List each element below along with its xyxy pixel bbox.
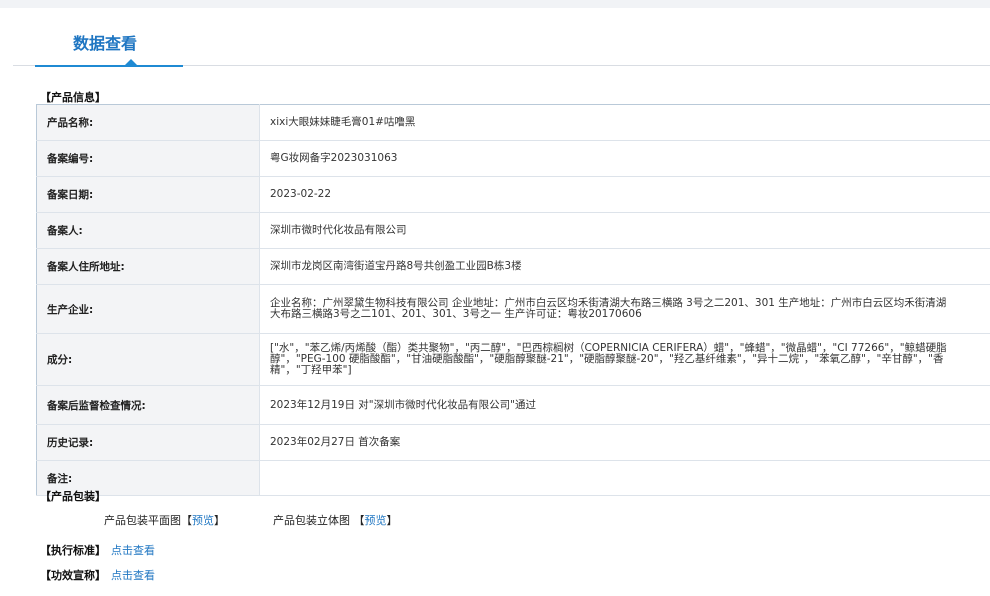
table-row: 备案人住所地址: 深圳市龙岗区南湾街道宝丹路8号共创盈工业园B栋3楼: [36, 248, 990, 285]
tab-active-caret-icon: [125, 59, 137, 65]
table-row: 成分: ["水"，"苯乙烯/丙烯酸（酯）类共聚物"，"丙二醇"，"巴西棕榈树（C…: [36, 333, 990, 386]
row-value: 深圳市微时代化妆品有限公司: [259, 212, 990, 249]
tab-bar: 数据查看: [13, 8, 990, 67]
row-key: 备案人住所地址:: [36, 248, 260, 285]
row-value: 深圳市龙岗区南湾街道宝丹路8号共创盈工业园B栋3楼: [259, 248, 990, 285]
bracket-close: 】: [386, 514, 398, 527]
row-value: 2023年12月19日 对"深圳市微时代化妆品有限公司"通过: [259, 385, 990, 425]
row-key: 产品名称:: [36, 104, 260, 141]
top-strip: [0, 0, 990, 8]
row-key: 历史记录:: [36, 424, 260, 461]
preview-3d-link[interactable]: 预览: [365, 514, 387, 527]
table-row: 历史记录: 2023年02月27日 首次备案: [36, 424, 990, 461]
product-info-table: 产品名称: xixi大眼妹妹睫毛膏01#咕噜黑 备案编号: 粤G妆网备字2023…: [36, 104, 990, 496]
bracket-close: 】: [214, 514, 225, 527]
row-value: 企业名称：广州翠黛生物科技有限公司 企业地址：广州市白云区均禾街清湖大布路三横路…: [259, 284, 990, 334]
bracket-open: 【: [181, 514, 192, 527]
packaging-title: 【产品包装】: [40, 490, 106, 503]
standard-label: 【执行标准】: [40, 544, 106, 557]
table-row: 备案日期: 2023-02-22: [36, 176, 990, 213]
table-row: 备案编号: 粤G妆网备字2023031063: [36, 140, 990, 177]
tab-label: 数据查看: [73, 34, 138, 53]
table-row: 生产企业: 企业名称：广州翠黛生物科技有限公司 企业地址：广州市白云区均禾街清湖…: [36, 284, 990, 334]
row-value: [259, 460, 990, 496]
bracket-open: 【: [353, 514, 365, 527]
preview-flat-link[interactable]: 预览: [192, 514, 214, 527]
table-row: 备案后监督检查情况: 2023年12月19日 对"深圳市微时代化妆品有限公司"通…: [36, 385, 990, 425]
tab-data-view[interactable]: 数据查看: [35, 8, 183, 67]
package-flat-item: 产品包装平面图【预览】: [104, 512, 225, 528]
row-key: 备案编号:: [36, 140, 260, 177]
package-3d-label: 产品包装立体图: [273, 514, 350, 527]
table-row: 产品名称: xixi大眼妹妹睫毛膏01#咕噜黑: [36, 104, 990, 141]
efficacy-view-link[interactable]: 点击查看: [111, 567, 155, 583]
row-value: 粤G妆网备字2023031063: [259, 140, 990, 177]
package-flat-label: 产品包装平面图: [104, 514, 181, 527]
product-info-title: 【产品信息】: [40, 91, 106, 104]
row-key: 生产企业:: [36, 284, 260, 334]
package-3d-item: 产品包装立体图 【预览】: [273, 512, 398, 528]
standard-view-link[interactable]: 点击查看: [111, 542, 155, 558]
row-key: 成分:: [36, 333, 260, 386]
row-value: ["水"，"苯乙烯/丙烯酸（酯）类共聚物"，"丙二醇"，"巴西棕榈树（COPER…: [259, 333, 990, 386]
row-key: 备案后监督检查情况:: [36, 385, 260, 425]
row-key: 备案日期:: [36, 176, 260, 213]
table-row: 备注:: [36, 460, 990, 496]
row-key: 备案人:: [36, 212, 260, 249]
efficacy-label: 【功效宣称】: [40, 569, 106, 582]
row-value: 2023-02-22: [259, 176, 990, 213]
row-value: 2023年02月27日 首次备案: [259, 424, 990, 461]
table-row: 备案人: 深圳市微时代化妆品有限公司: [36, 212, 990, 249]
row-value: xixi大眼妹妹睫毛膏01#咕噜黑: [259, 104, 990, 141]
